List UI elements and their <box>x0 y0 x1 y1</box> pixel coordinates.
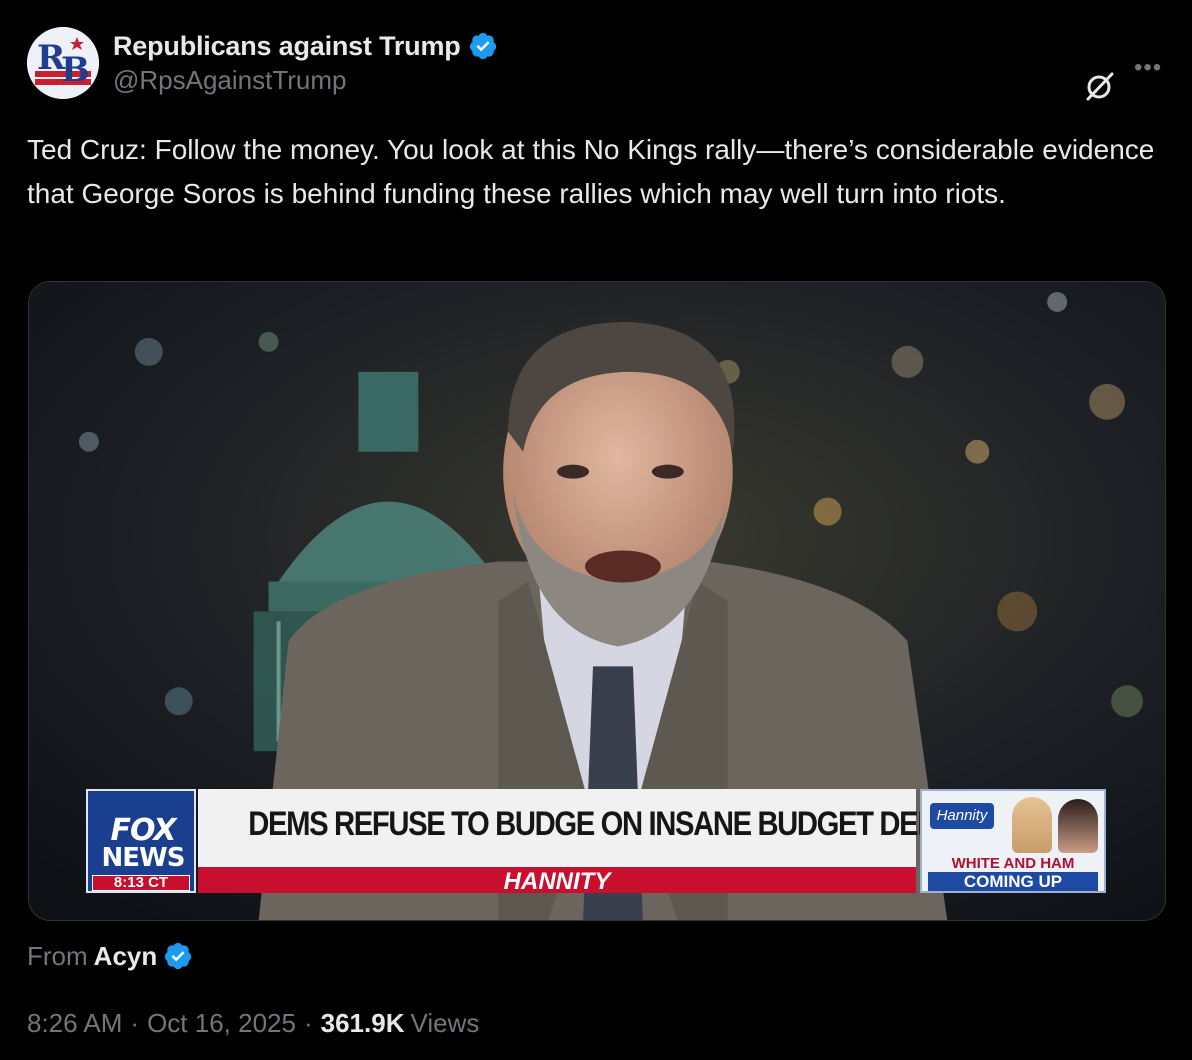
more-icon[interactable]: ••• <box>1134 56 1162 80</box>
promo-guest-image <box>1058 799 1098 853</box>
tweet-date[interactable]: Oct 16, 2025 <box>147 1008 296 1039</box>
chyron-headline-box: DEMS REFUSE TO BUDGE ON INSANE BUDGET DE… <box>198 789 1019 867</box>
tweet-time[interactable]: 8:26 AM <box>27 1008 122 1039</box>
tweet-meta: 8:26 AM · Oct 16, 2025 · 361.9K Views <box>27 1005 479 1041</box>
source-name[interactable]: Acyn <box>94 941 158 972</box>
chyron-show-bar: HANNITY <box>198 867 916 895</box>
news-logo-text: NEWS <box>101 843 186 873</box>
author-display-name[interactable]: Republicans against Trump <box>113 31 461 62</box>
avatar[interactable]: R B <box>27 27 99 99</box>
grok-icon[interactable] <box>1084 70 1116 102</box>
views-label: Views <box>410 1007 480 1038</box>
verified-badge-icon[interactable] <box>468 31 498 61</box>
promo-title: WHITE AND HAM <box>951 855 1075 872</box>
promo-guest-image <box>1012 797 1052 853</box>
promo-subtitle: COMING UP <box>928 872 1098 891</box>
separator-dot: · <box>130 1007 140 1038</box>
verified-badge-icon[interactable] <box>163 941 193 971</box>
views-count[interactable]: 361.9K <box>321 1008 405 1039</box>
tweet-text: Ted Cruz: Follow the money. You look at … <box>27 134 1155 209</box>
fox-news-logo: FOX NEWS 8:13 CT <box>86 789 196 893</box>
author-name-row[interactable]: Republicans against Trump <box>113 30 498 62</box>
separator-dot: · <box>303 1007 313 1038</box>
svg-text:B: B <box>61 50 90 90</box>
source-label: From <box>27 940 88 971</box>
coming-up-promo: Hannity WHITE AND HAM COMING UP <box>920 789 1106 893</box>
author-handle[interactable]: @RpsAgainstTrump <box>113 65 347 96</box>
hannity-promo-logo: Hannity <box>930 803 994 829</box>
show-name: HANNITY <box>503 868 611 895</box>
broadcast-time: 8:13 CT <box>92 875 190 891</box>
source-attribution: From Acyn <box>27 938 193 974</box>
chyron-headline: DEMS REFUSE TO BUDGE ON INSANE BUDGET DE… <box>248 805 1019 843</box>
